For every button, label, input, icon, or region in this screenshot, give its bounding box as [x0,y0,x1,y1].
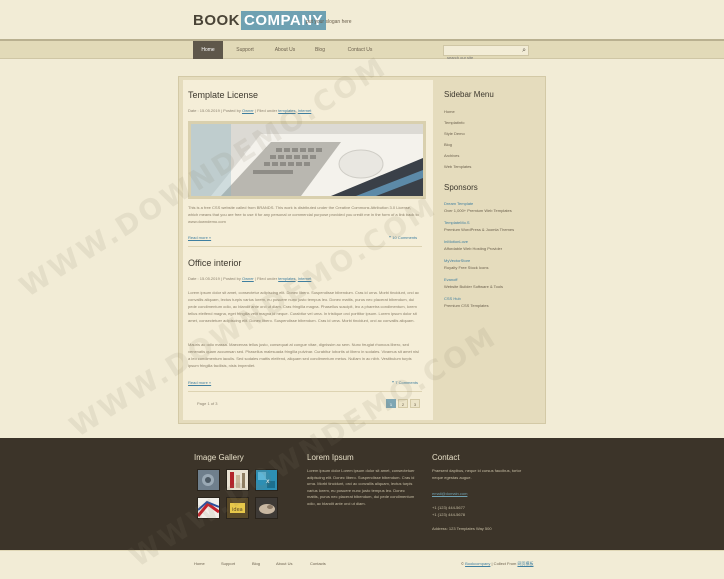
gallery-thumbnail[interactable] [197,469,220,491]
search-icon[interactable]: ⌕ [522,46,526,55]
search-input[interactable] [444,53,516,62]
pagination-status: Page 1 of 3 [197,401,218,406]
sponsors-title: Sponsors [444,183,478,192]
sidebar-item-blog[interactable]: Blog [444,142,452,147]
nav-item-support[interactable]: Support [227,41,263,59]
comments-link[interactable]: ❞ 10 Comments [389,235,417,240]
laptop-photo-image [191,124,423,196]
sponsor-description: Over 1,000+ Premium Web Templates [444,208,512,213]
post-divider [188,391,422,392]
copyright-source-link[interactable]: 网页模板 [517,561,533,566]
comments-link[interactable]: ❞ 7 Comments [392,380,418,385]
copyright-text: © Bookcompany | Collect From 网页模板 [461,561,533,567]
post-meta: Date : 15.05.2019 | Posted by Owner | Fi… [188,108,312,113]
page-button-2[interactable]: 2 [398,399,408,408]
bottom-bar [0,550,724,579]
bottom-link-home[interactable]: Home [194,561,205,566]
post-featured-image [188,121,426,199]
sponsor-link[interactable]: Evanoff [444,277,458,282]
gallery-thumbnail[interactable] [255,497,278,519]
sponsor-description: Royalty Free Stock Icons [444,265,489,270]
sidebar-item-templatinfo[interactable]: Templatinfo [444,120,464,125]
gallery-thumbnail[interactable] [196,497,220,519]
gallery-title: Image Gallery [194,453,244,462]
post-author-link[interactable]: Owner [242,276,254,281]
bottom-link-support[interactable]: Support [221,561,235,566]
copyright-company-link[interactable]: Bookcompany [465,561,490,566]
lorem-ipsum-title: Lorem Ipsum [307,453,354,462]
sponsor-link[interactable]: MyVectorStore [444,258,470,263]
post-author-link[interactable]: Owner [242,108,254,113]
nav-item-contact-us[interactable]: Contact Us [340,41,380,59]
post-meta-date: Date : 15.05.2019 | Posted by [188,108,241,113]
sidebar-item-archives[interactable]: Archives [444,153,459,158]
gallery-thumbnail[interactable]: idea [226,497,249,519]
contact-phone: +1 (123) 444-5678 [432,512,466,517]
post-category-link[interactable]: Internet [298,276,312,281]
gallery-thumbnail[interactable] [226,469,249,491]
comments-count: 10 Comments [392,235,418,240]
bottom-link-about-us[interactable]: About Us [276,561,292,566]
logo-book-text: BOOK [193,12,240,29]
sponsor-link[interactable]: TemplateMo.S [444,220,470,225]
nav-item-home[interactable]: Home [193,41,223,59]
gallery-thumbnail[interactable]: x [255,469,278,491]
gallery-image-5: idea [227,498,248,518]
sidebar-item-web-templates[interactable]: Web Templates [444,164,471,169]
post-category-link[interactable]: templates [278,276,295,281]
gallery-image-2 [227,470,248,490]
bottom-link-contacts[interactable]: Contacts [310,561,326,566]
sponsor-description: Website Builder Software & Tools [444,284,503,289]
svg-text:idea: idea [232,507,243,513]
site-slogan: put your slogan here [306,19,352,25]
comments-count: 7 Comments [395,380,418,385]
contact-phone: +1 (123) 444-5677 [432,505,466,510]
gallery-image-1 [198,470,219,490]
post-title[interactable]: Template License [188,90,258,100]
sponsor-link[interactable]: InMotionLove [444,239,468,244]
copyright-mid: | Collect From [490,561,518,566]
sponsor-link[interactable]: Dream Template [444,201,473,206]
sponsor-description: Premium WordPress & Joomla Themes [444,227,515,232]
contact-text: Praesent dapibus, neque id cursus faucib… [432,468,522,480]
site-header: BOOK COMPANY put your slogan here [0,0,724,39]
gallery-image-3: x [256,470,277,490]
nav-item-blog[interactable]: Blog [305,41,335,59]
sidebar-menu-title: Sidebar Menu [444,90,494,99]
sidebar-item-home[interactable]: Home [444,109,455,114]
post-meta-date: Date : 15.05.2019 | Posted by [188,276,241,281]
post-meta-filed: | Filed under [254,108,278,113]
page-button-3[interactable]: 3 [410,399,420,408]
post-category-link[interactable]: Internet [298,108,312,113]
sponsor-link[interactable]: CSS Hub [444,296,461,301]
sidebar-item-style-demo[interactable]: Style Demo [444,131,465,136]
contact-title: Contact [432,453,460,462]
post-meta: Date : 15.05.2019 | Posted by Owner | Fi… [188,276,312,281]
search-box: ⌕ [443,45,529,62]
post-body-paragraph: Lorem ipsum dolor sit amet, consectetur … [188,290,419,323]
nav-item-about-us[interactable]: About Us [267,41,303,59]
page-button-1[interactable]: 1 [386,399,396,408]
post-meta-filed: | Filed under [254,276,278,281]
post-divider [188,246,422,247]
bottom-link-blog[interactable]: Blog [252,561,260,566]
gallery-image-4 [196,498,220,518]
post-category-link[interactable]: templates [278,108,295,113]
post-title[interactable]: Office interior [188,258,241,268]
contact-email-link[interactable]: email@domain.com [432,491,467,498]
read-more-link[interactable]: Read more » [188,380,211,385]
lorem-ipsum-text: Lorem ipsum dolor Lorem ipsum dolor sit … [307,468,415,506]
contact-address: Address: 123 Templates Way 500 [432,526,492,531]
sponsor-description: Affordable Web Hosting Provider [444,246,503,251]
read-more-link[interactable]: Read more » [188,235,211,240]
post-excerpt: This is a free CSS website called from B… [188,205,419,224]
svg-text:x: x [266,478,270,485]
sponsor-description: Premium CSS Templates [444,303,489,308]
main-nav: Home Support About Us Blog Contact Us ⌕ [0,39,724,62]
post-body-paragraph: Mauris ac odio massa. Maecenas tellus ju… [188,342,419,368]
gallery-image-6 [256,498,277,518]
